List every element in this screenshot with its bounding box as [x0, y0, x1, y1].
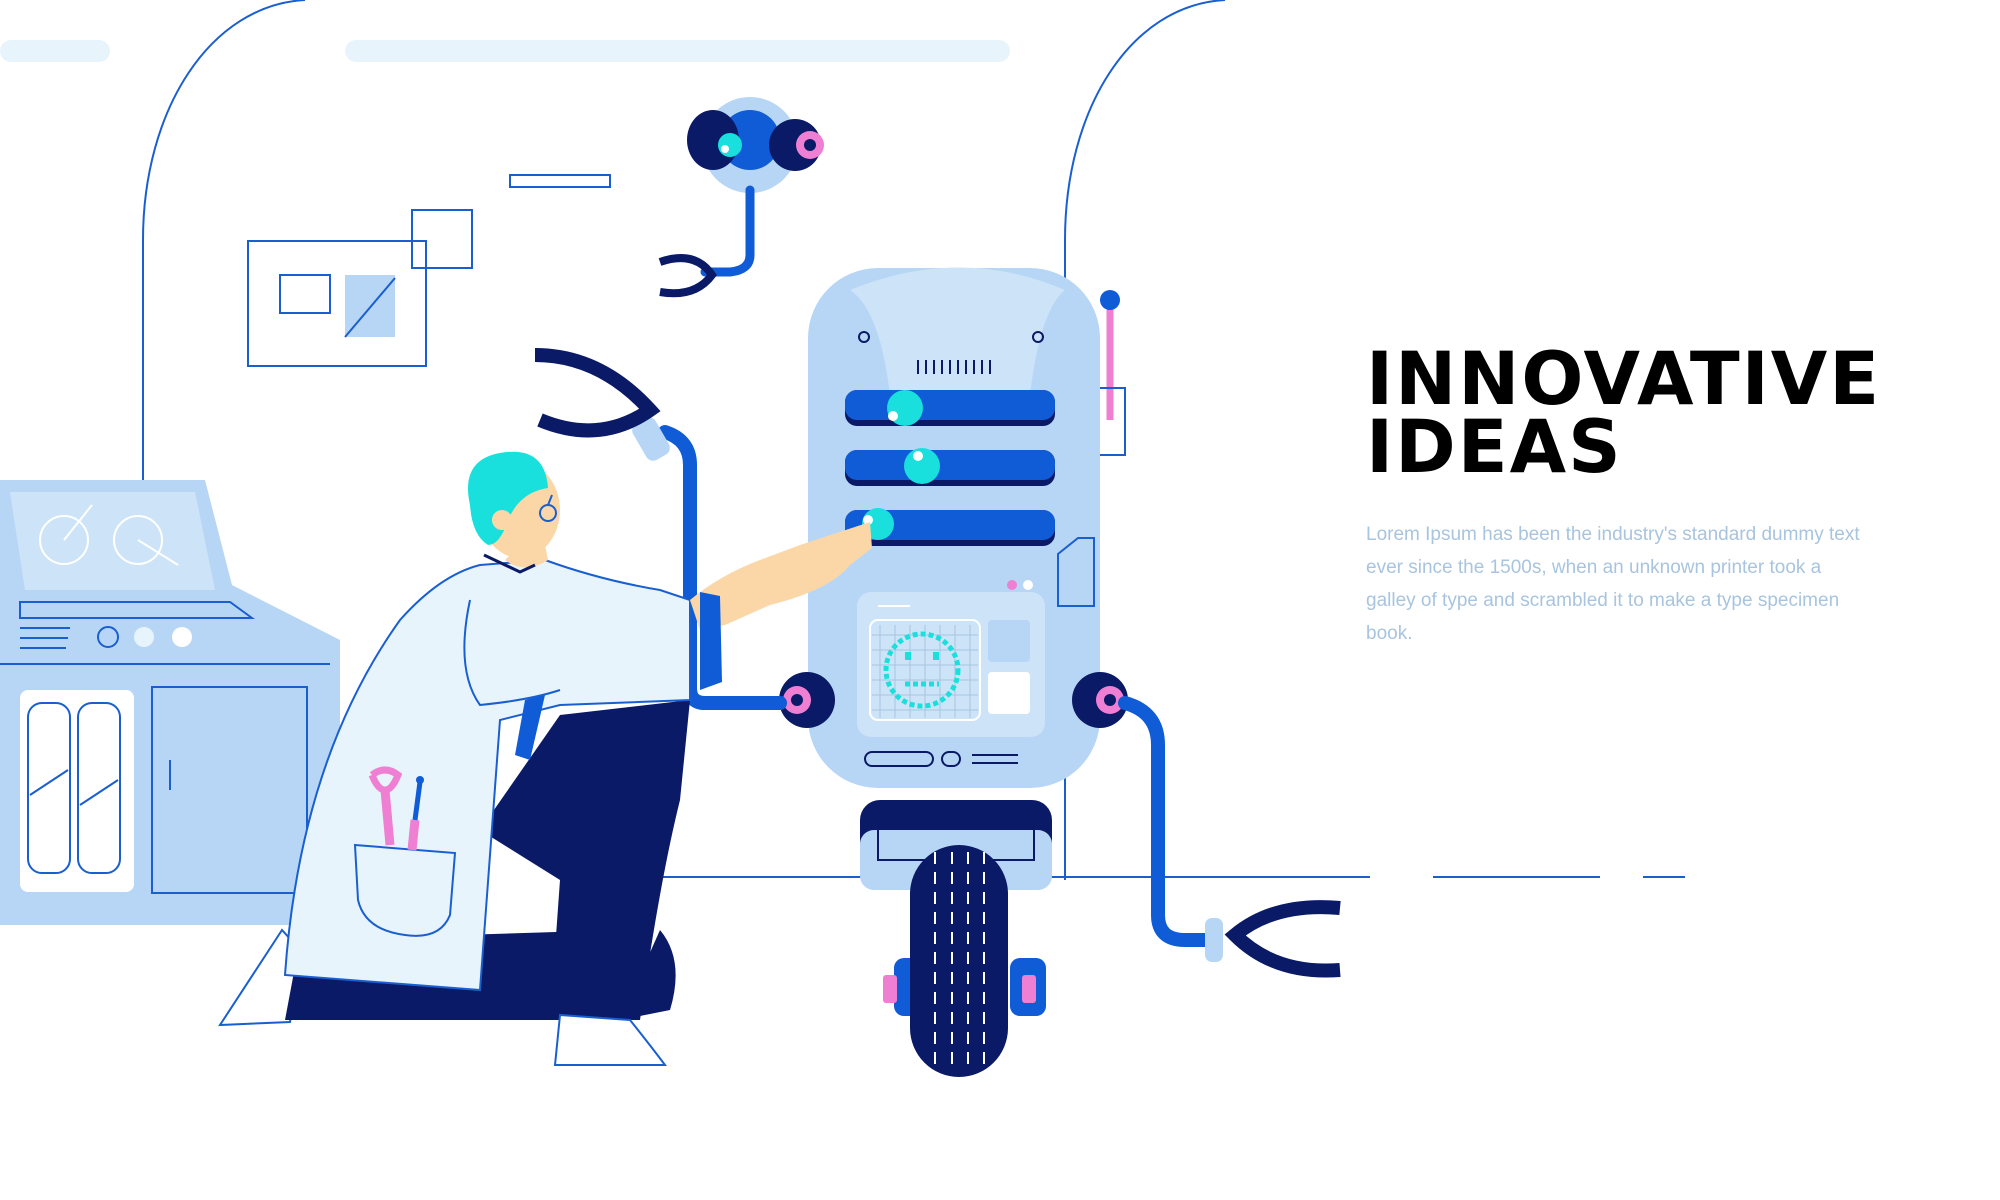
headline-line-1: INNOVATIVE — [1366, 337, 1882, 422]
drone-robot — [658, 97, 824, 298]
headline: INNOVATIVE IDEAS — [1366, 337, 1886, 490]
hero-text-block: INNOVATIVE IDEAS Lorem Ipsum has been th… — [1366, 337, 1886, 650]
hero-body-text: Lorem Ipsum has been the industry's stan… — [1366, 524, 1860, 644]
headline-line-2: IDEAS — [1366, 405, 1623, 490]
lab-console — [0, 480, 340, 925]
wall-frames — [247, 174, 611, 367]
